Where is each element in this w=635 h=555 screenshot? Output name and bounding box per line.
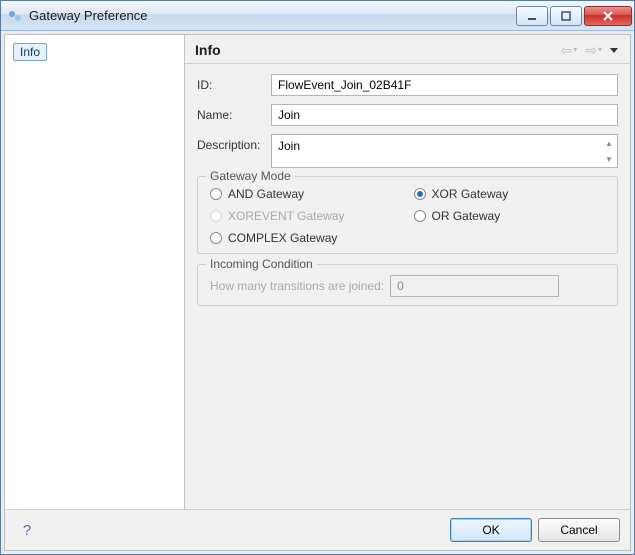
content-split: Info Info ⇦ ▾ ⇨ ▾ <box>5 35 630 509</box>
maximize-button[interactable] <box>550 6 582 26</box>
client-area: Info Info ⇦ ▾ ⇨ ▾ <box>4 34 631 551</box>
label-id: ID: <box>197 74 271 92</box>
incoming-row: How many transitions are joined: <box>210 275 605 297</box>
radio-icon <box>210 210 222 222</box>
row-id: ID: <box>197 74 618 96</box>
label-description: Description: <box>197 134 271 152</box>
radio-xorevent-gateway: XOREVENT Gateway <box>210 209 402 223</box>
description-wrap: ▲ ▼ <box>271 134 618 168</box>
radio-icon <box>414 188 426 200</box>
spinner-up-icon[interactable]: ▲ <box>601 135 617 151</box>
form-area: ID: Name: Description: ▲ ▼ <box>185 64 630 326</box>
group-gateway-mode: Gateway Mode AND Gateway XOR Gateway <box>197 176 618 254</box>
menu-caret-icon <box>610 48 618 53</box>
radio-or-gateway[interactable]: OR Gateway <box>414 209 606 223</box>
legend-incoming: Incoming Condition <box>206 257 317 271</box>
minimize-button[interactable] <box>516 6 548 26</box>
label-name: Name: <box>197 104 271 122</box>
group-incoming-condition: Incoming Condition How many transitions … <box>197 264 618 306</box>
radio-and-gateway[interactable]: AND Gateway <box>210 187 402 201</box>
window-controls <box>516 6 632 26</box>
chevron-down-icon: ▾ <box>598 46 602 54</box>
back-button[interactable]: ⇦ ▾ <box>559 41 580 59</box>
forward-button[interactable]: ⇨ ▾ <box>583 41 604 59</box>
row-description: Description: ▲ ▼ <box>197 134 618 168</box>
section-header: Info ⇦ ▾ ⇨ ▾ <box>185 35 630 64</box>
cancel-button[interactable]: Cancel <box>538 518 620 542</box>
id-field[interactable] <box>271 74 618 96</box>
main-panel: Info ⇦ ▾ ⇨ ▾ <box>185 35 630 509</box>
help-icon: ? <box>23 522 31 539</box>
radio-xor-gateway[interactable]: XOR Gateway <box>414 187 606 201</box>
gateway-mode-options: AND Gateway XOR Gateway XOREVENT Gateway <box>210 187 605 245</box>
close-button[interactable] <box>584 6 632 26</box>
spinner-down-icon[interactable]: ▼ <box>601 151 617 167</box>
description-field[interactable] <box>272 135 617 167</box>
section-heading: Info <box>195 42 559 58</box>
radio-icon <box>210 188 222 200</box>
footer: ? OK Cancel <box>5 509 630 550</box>
ok-button[interactable]: OK <box>450 518 532 542</box>
radio-complex-gateway[interactable]: COMPLEX Gateway <box>210 231 402 245</box>
app-icon <box>7 8 23 24</box>
radio-label: XOREVENT Gateway <box>228 209 344 223</box>
legend-gateway-mode: Gateway Mode <box>206 169 295 183</box>
radio-label: OR Gateway <box>432 209 501 223</box>
sidebar-item-label: Info <box>20 45 40 59</box>
radio-label: XOR Gateway <box>432 187 509 201</box>
help-button[interactable]: ? <box>15 518 39 542</box>
dropdown-menu-button[interactable] <box>608 46 620 55</box>
radio-icon <box>414 210 426 222</box>
radio-icon <box>210 232 222 244</box>
header-actions: ⇦ ▾ ⇨ ▾ <box>559 41 621 59</box>
sidebar-item-info[interactable]: Info <box>13 43 47 61</box>
sidebar: Info <box>5 35 185 509</box>
arrow-right-icon: ⇨ <box>585 43 597 57</box>
description-spinner: ▲ ▼ <box>601 135 617 167</box>
window-title: Gateway Preference <box>29 8 516 23</box>
chevron-down-icon: ▾ <box>573 46 577 54</box>
arrow-left-icon: ⇦ <box>561 43 573 57</box>
row-name: Name: <box>197 104 618 126</box>
radio-label: COMPLEX Gateway <box>228 231 337 245</box>
dialog-window: Gateway Preference Info <box>0 0 635 555</box>
titlebar: Gateway Preference <box>1 1 634 31</box>
label-incoming-count: How many transitions are joined: <box>210 279 384 293</box>
radio-label: AND Gateway <box>228 187 304 201</box>
incoming-count-field <box>390 275 559 297</box>
name-field[interactable] <box>271 104 618 126</box>
